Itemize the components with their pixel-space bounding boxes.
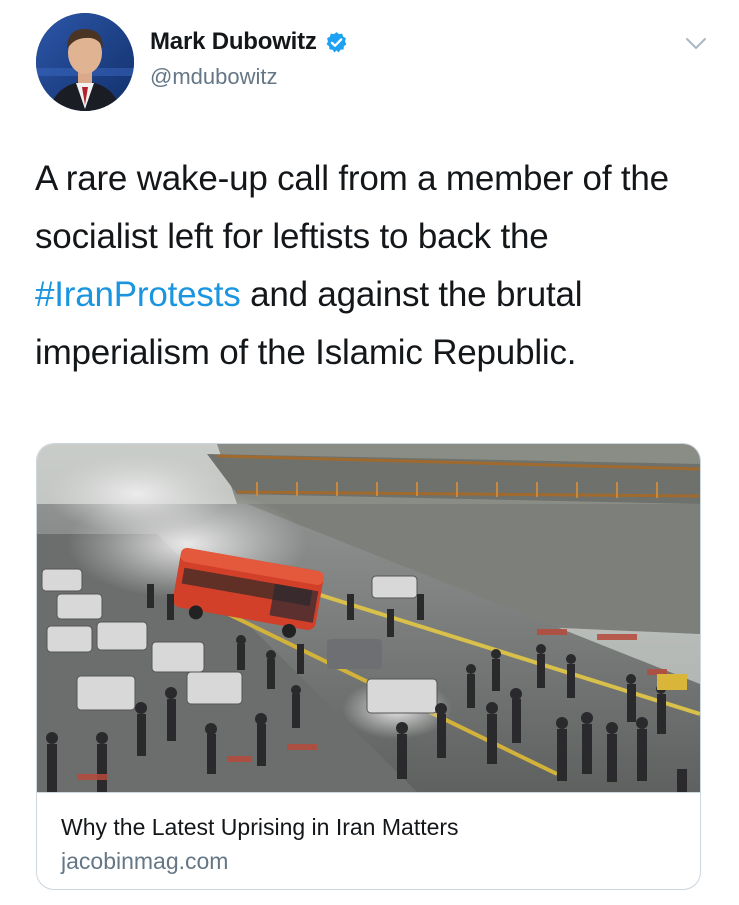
tweet-text: A rare wake-up call from a member of the…	[35, 150, 715, 382]
chevron-down-icon[interactable]	[685, 37, 707, 51]
verified-badge-icon	[326, 31, 347, 52]
protest-photo	[37, 444, 700, 792]
hashtag-link[interactable]: #IranProtests	[35, 275, 241, 314]
author-name-row[interactable]: Mark Dubowitz	[150, 28, 348, 56]
tweet-text-part: A rare wake-up call from a member of the…	[35, 159, 669, 256]
user-handle[interactable]: @mdubowitz	[150, 64, 278, 90]
display-name[interactable]: Mark Dubowitz	[150, 28, 317, 56]
card-domain[interactable]: jacobinmag.com	[61, 848, 228, 875]
avatar-image	[36, 13, 134, 111]
card-title[interactable]: Why the Latest Uprising in Iran Matters	[61, 814, 459, 841]
card-image[interactable]	[37, 444, 700, 792]
link-preview-card[interactable]: Why the Latest Uprising in Iran Matters …	[36, 443, 701, 890]
card-divider	[37, 792, 700, 793]
avatar[interactable]	[36, 13, 134, 111]
